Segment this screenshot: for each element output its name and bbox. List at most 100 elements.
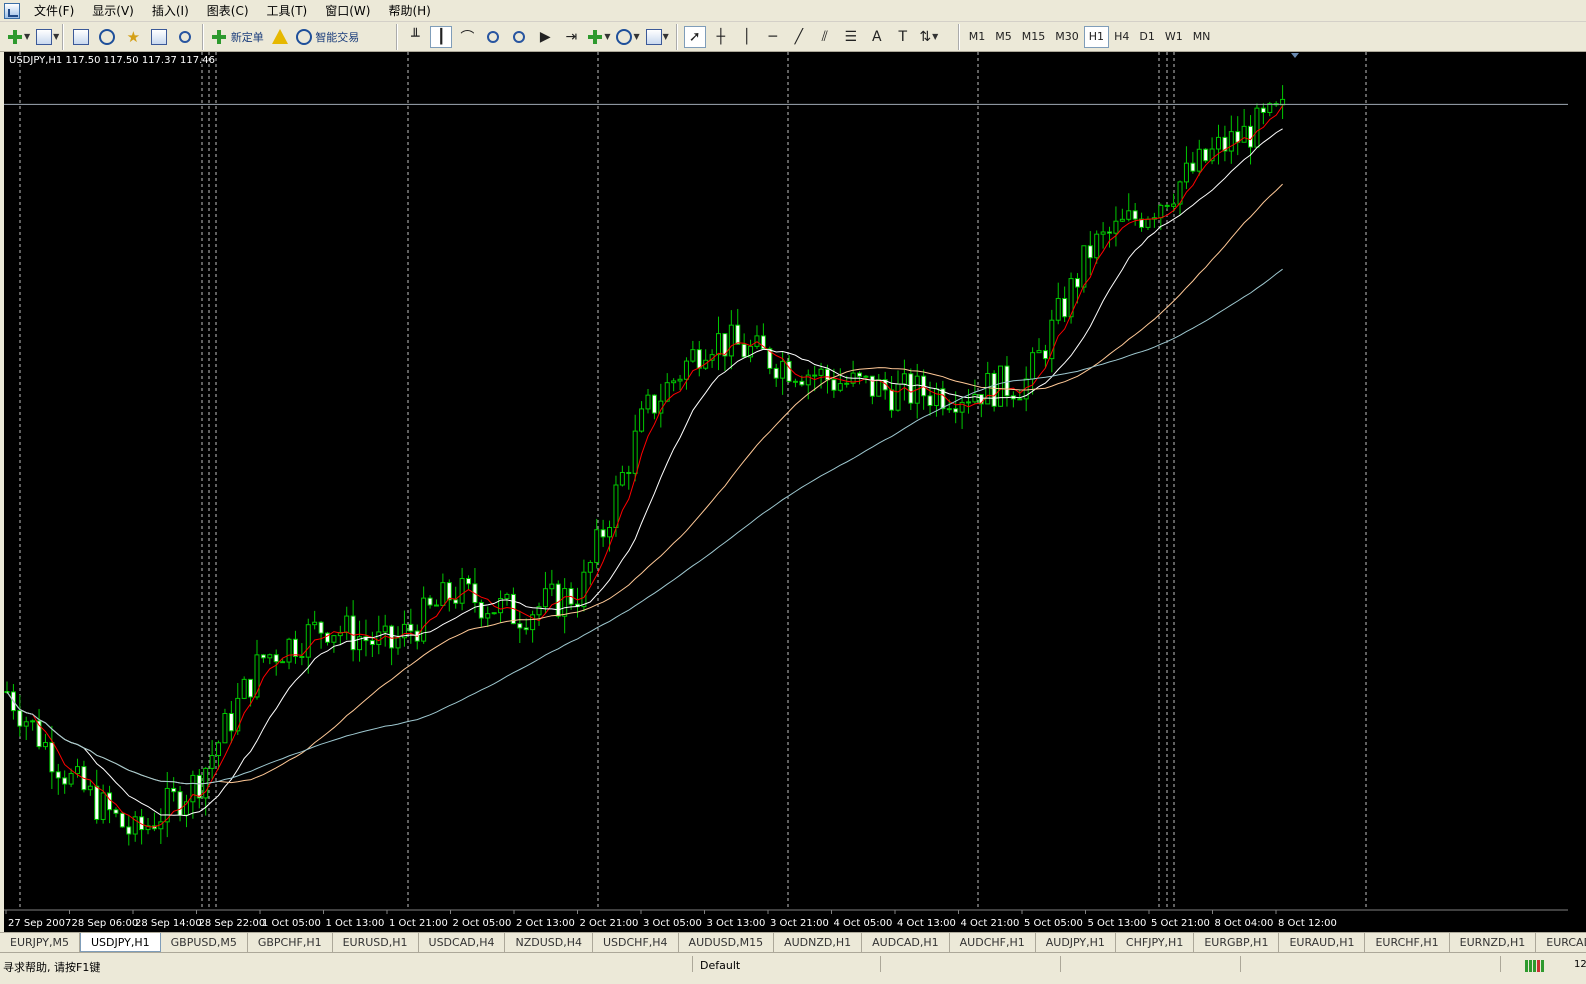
chart-shift-button[interactable]: ⇥ <box>560 26 582 48</box>
horizontal-line-button[interactable]: ─ <box>762 26 784 48</box>
status-divider <box>692 956 693 972</box>
timeframe-m15[interactable]: M15 <box>1017 26 1051 48</box>
candle-body <box>100 792 106 820</box>
terminal-button[interactable] <box>148 26 170 48</box>
expert-advisors-button[interactable]: 智能交易 <box>295 26 361 48</box>
menu-charts[interactable]: 图表(C) <box>199 1 259 21</box>
time-label: 28 Sep 22:00 <box>199 918 266 929</box>
navigator-button[interactable]: ★ <box>122 26 144 48</box>
metaeditor-button[interactable] <box>269 26 291 48</box>
chart-tab[interactable]: AUDCAD,H1 <box>862 933 950 952</box>
menu-file[interactable]: 文件(F) <box>26 1 84 21</box>
chart-tab[interactable]: USDCAD,H4 <box>419 933 506 952</box>
status-profile: Default <box>700 959 741 972</box>
status-divider <box>1500 956 1501 972</box>
tester-button[interactable] <box>174 26 196 48</box>
menu-window[interactable]: 窗口(W) <box>317 1 380 21</box>
templates-button[interactable]: ▼ <box>645 26 670 48</box>
candle-body <box>1145 218 1151 228</box>
market-watch-button[interactable] <box>70 26 92 48</box>
bar-chart-button[interactable]: ╨ <box>404 26 426 48</box>
candle-body <box>1119 218 1125 222</box>
autoscroll-button[interactable]: ▶ <box>534 26 556 48</box>
timeframe-d1[interactable]: D1 <box>1134 26 1159 48</box>
candle-body <box>292 638 298 657</box>
candle-body <box>626 471 632 474</box>
trendline-button[interactable]: ╱ <box>788 26 810 48</box>
candlestick-button[interactable]: ┃ <box>430 25 453 48</box>
chart-tab[interactable]: EURUSD,H1 <box>333 933 419 952</box>
menu-help[interactable]: 帮助(H) <box>380 1 440 21</box>
new-chart-button[interactable]: ▼ <box>6 26 31 48</box>
price-chart[interactable]: 27 Sep 2007 28 Sep 06:00 28 Sep 14:00 28 Se… <box>4 52 1568 932</box>
candle-body <box>433 604 439 607</box>
cursor-button[interactable]: ➚ <box>683 25 706 48</box>
periods-button[interactable]: ▼ <box>615 26 640 48</box>
arrows-button[interactable]: ⇅ ▼ <box>918 26 940 48</box>
toolbar-group-chart: ╨ ┃ ⌒ ▶ ⇥ ▼ ▼ ▼ <box>396 23 675 50</box>
chart-tab[interactable]: USDJPY,H1 <box>80 933 161 952</box>
terminal-icon <box>151 28 168 45</box>
time-label: 3 Oct 21:00 <box>770 918 829 929</box>
candle-body <box>94 785 100 820</box>
chart-tab[interactable]: EURNZD,H1 <box>1450 933 1537 952</box>
candle-body <box>267 654 273 659</box>
menu-insert[interactable]: 插入(I) <box>144 1 199 21</box>
timeframe-m1[interactable]: M1 <box>964 26 991 48</box>
chart-canvas[interactable]: 27 Sep 2007 28 Sep 06:0028 Sep 14:0028 Se… <box>4 52 1568 932</box>
candle-body <box>728 324 734 357</box>
text-button[interactable]: A <box>866 26 888 48</box>
chart-shift-icon: ⇥ <box>565 28 578 45</box>
candle-body <box>216 742 222 757</box>
time-label: 4 Oct 05:00 <box>834 918 893 929</box>
chart-tab[interactable]: AUDNZD,H1 <box>774 933 863 952</box>
vertical-line-button[interactable]: │ <box>736 26 758 48</box>
indicators-icon <box>587 29 603 45</box>
menu-view[interactable]: 显示(V) <box>84 1 144 21</box>
trendline-icon: ╱ <box>794 28 803 45</box>
candle-body <box>824 368 830 381</box>
candle-body <box>1267 103 1273 113</box>
menu-tools[interactable]: 工具(T) <box>259 1 318 21</box>
time-label: 1 Oct 05:00 <box>262 918 321 929</box>
candle-body <box>1100 231 1106 235</box>
chart-tab[interactable]: AUDJPY,H1 <box>1036 933 1116 952</box>
candle-body <box>632 430 638 474</box>
new-order-button[interactable]: 新定单 <box>210 26 265 48</box>
chart-tab[interactable]: EURAUD,H1 <box>1279 933 1366 952</box>
text-label-button[interactable]: T <box>892 26 914 48</box>
data-window-button[interactable] <box>96 26 118 48</box>
candle-body <box>1248 125 1254 148</box>
zoom-out-button[interactable] <box>508 26 530 48</box>
timeframe-h4[interactable]: H4 <box>1109 26 1134 48</box>
chart-tab[interactable]: CHFJPY,H1 <box>1116 933 1195 952</box>
timeframe-h1[interactable]: H1 <box>1083 25 1110 48</box>
candle-body <box>440 582 446 606</box>
chart-tab[interactable]: EURGBP,H1 <box>1194 933 1280 952</box>
fibonacci-button[interactable]: ☰ <box>840 26 862 48</box>
chart-tab[interactable]: AUDUSD,M15 <box>679 933 775 952</box>
chart-tab[interactable]: GBPCHF,H1 <box>248 933 333 952</box>
chart-tab[interactable]: EURCAD,H1 <box>1536 933 1586 952</box>
line-chart-button[interactable]: ⌒ <box>456 26 478 48</box>
chart-tab[interactable]: EURCHF,H1 <box>1365 933 1450 952</box>
crosshair-button[interactable]: ┼ <box>710 26 732 48</box>
timeframe-m30[interactable]: M30 <box>1050 26 1084 48</box>
timeframe-w1[interactable]: W1 <box>1160 26 1188 48</box>
candle-body <box>953 408 959 413</box>
chart-tab[interactable]: GBPUSD,M5 <box>161 933 248 952</box>
zoom-in-button[interactable] <box>482 26 504 48</box>
indicators-button[interactable]: ▼ <box>586 26 611 48</box>
chart-tab[interactable]: USDCHF,H4 <box>593 933 679 952</box>
chart-tab[interactable]: EURJPY,M5 <box>0 933 80 952</box>
channel-button[interactable]: ⫽ <box>814 26 836 48</box>
timeframe-mn[interactable]: MN <box>1188 26 1216 48</box>
candle-body <box>773 367 779 379</box>
candle-body <box>946 408 952 411</box>
candle-body <box>107 792 113 811</box>
chart-tab[interactable]: NZDUSD,H4 <box>505 933 593 952</box>
chart-tab[interactable]: AUDCHF,H1 <box>950 933 1036 952</box>
candle-body <box>446 582 452 601</box>
profiles-button[interactable]: ▼ <box>35 26 60 48</box>
timeframe-m5[interactable]: M5 <box>990 26 1017 48</box>
